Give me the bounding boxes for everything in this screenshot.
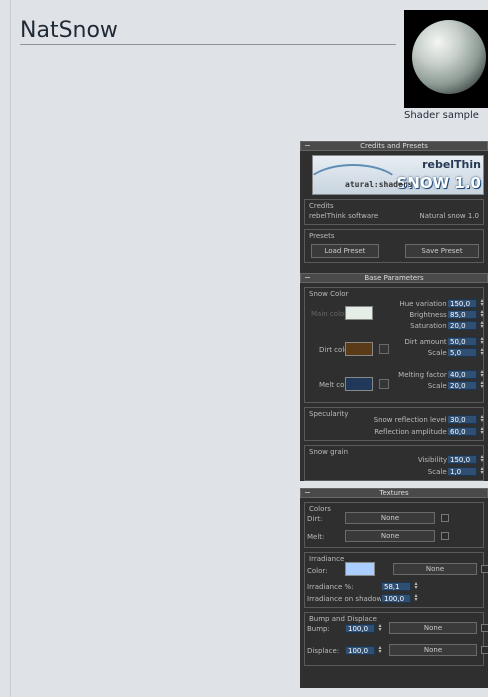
irradiance-map-button[interactable]: None: [393, 563, 477, 575]
melt-map-toggle[interactable]: [441, 532, 449, 540]
dirt-map-button[interactable]: None: [345, 512, 435, 524]
dirt-amount-field[interactable]: 50,0: [447, 337, 477, 346]
textures-rollout: − Textures Colors Dirt: None Melt: None …: [300, 488, 488, 688]
spinner-icon[interactable]: ▴ ▾: [413, 581, 419, 591]
irradiance-map-toggle[interactable]: [481, 565, 488, 573]
displace-map-toggle[interactable]: [481, 646, 488, 654]
irradiance-color-swatch[interactable]: [345, 562, 375, 576]
base-parameters-rollout: − Base Parameters Snow Color Main color …: [300, 273, 488, 481]
bump-amount-field[interactable]: 100,0: [345, 624, 375, 633]
collapse-icon: −: [304, 488, 311, 497]
dirt-map-toggle[interactable]: [441, 514, 449, 522]
irradiance-shadow-field[interactable]: 100,0: [381, 594, 411, 603]
natural-shaders-logo: rebelThin SNOW 1.0 atural:shaders: [312, 155, 484, 195]
bump-map-button[interactable]: None: [389, 622, 477, 634]
shader-sample-caption: Shader sample: [404, 110, 479, 121]
presets-group: Presets Load Preset Save Preset: [304, 229, 484, 263]
spinner-icon[interactable]: ▴ ▾: [479, 380, 485, 390]
spinner-icon[interactable]: ▴ ▾: [413, 593, 419, 603]
reflection-amplitude-field[interactable]: 60,0: [447, 427, 477, 436]
spinner-icon[interactable]: ▴ ▾: [479, 414, 485, 424]
snow-grain-group: Snow grain Visibility: 150,0 ▴ ▾ Scale: 1…: [304, 445, 484, 481]
credits-rollout: − Credits and Presets rebelThin SNOW 1.0…: [300, 141, 488, 289]
spinner-icon[interactable]: ▴ ▾: [479, 320, 485, 330]
main-color-label: Main color: [311, 310, 348, 318]
dirt-color-map-button[interactable]: [379, 344, 389, 354]
bump-map-toggle[interactable]: [481, 624, 488, 632]
spinner-icon[interactable]: ▴ ▾: [479, 426, 485, 436]
spinner-icon[interactable]: ▴ ▾: [377, 645, 383, 655]
specularity-group: Specularity Snow reflection level: 30,0 …: [304, 407, 484, 441]
melt-color-map-button[interactable]: [379, 379, 389, 389]
irradiance-percent-field[interactable]: 58,1: [381, 582, 411, 591]
visibility-field[interactable]: 150,0: [447, 455, 477, 464]
title-divider: [20, 44, 396, 45]
base-parameters-header[interactable]: − Base Parameters: [300, 273, 488, 283]
melt-scale-field[interactable]: 20,0: [447, 381, 477, 390]
shader-sample-preview: [404, 10, 488, 108]
spinner-icon[interactable]: ▴ ▾: [479, 347, 485, 357]
credits-rollout-header[interactable]: − Credits and Presets: [300, 141, 488, 151]
textures-header[interactable]: − Textures: [300, 488, 488, 498]
brightness-field[interactable]: 85,0: [447, 310, 477, 319]
main-color-swatch[interactable]: [345, 306, 373, 320]
credits-group: Credits rebelThink software Natural snow…: [304, 199, 484, 225]
version-text: Natural snow 1.0: [419, 212, 480, 220]
spinner-icon[interactable]: ▴ ▾: [479, 336, 485, 346]
displace-map-button[interactable]: None: [389, 644, 477, 656]
texture-colors-group: Colors Dirt: None Melt: None: [304, 502, 484, 548]
irradiance-group: Irradiance Color: None Irradiance %: 58,…: [304, 552, 488, 608]
author-text: rebelThink software: [309, 212, 379, 220]
grain-scale-field[interactable]: 1,0: [447, 467, 477, 476]
spinner-icon[interactable]: ▴ ▾: [479, 369, 485, 379]
melting-factor-field[interactable]: 40,0: [447, 370, 477, 379]
hue-variation-field[interactable]: 150,0: [447, 299, 477, 308]
spinner-icon[interactable]: ▴ ▾: [479, 454, 485, 464]
melt-map-button[interactable]: None: [345, 530, 435, 542]
snow-color-group: Snow Color Main color Hue variation: 150…: [304, 287, 484, 403]
bump-displace-group: Bump and Displace Bump: 100,0 ▴ ▾ None Di…: [304, 612, 488, 666]
save-preset-button[interactable]: Save Preset: [405, 244, 479, 258]
spinner-icon[interactable]: ▴ ▾: [479, 309, 485, 319]
dirt-color-swatch[interactable]: [345, 342, 373, 356]
page-title: NatSnow: [20, 18, 118, 43]
collapse-icon: −: [304, 273, 311, 282]
melt-color-swatch[interactable]: [345, 377, 373, 391]
spinner-icon[interactable]: ▴ ▾: [377, 623, 383, 633]
snow-sphere-image: [412, 20, 486, 94]
saturation-field[interactable]: 20,0: [447, 321, 477, 330]
spinner-icon[interactable]: ▴ ▾: [479, 466, 485, 476]
load-preset-button[interactable]: Load Preset: [311, 244, 379, 258]
spinner-icon[interactable]: ▴ ▾: [479, 298, 485, 308]
displace-amount-field[interactable]: 100,0: [345, 646, 375, 655]
snow-reflection-field[interactable]: 30,0: [447, 415, 477, 424]
dirt-scale-field[interactable]: 5,0: [447, 348, 477, 357]
collapse-icon: −: [304, 141, 311, 150]
